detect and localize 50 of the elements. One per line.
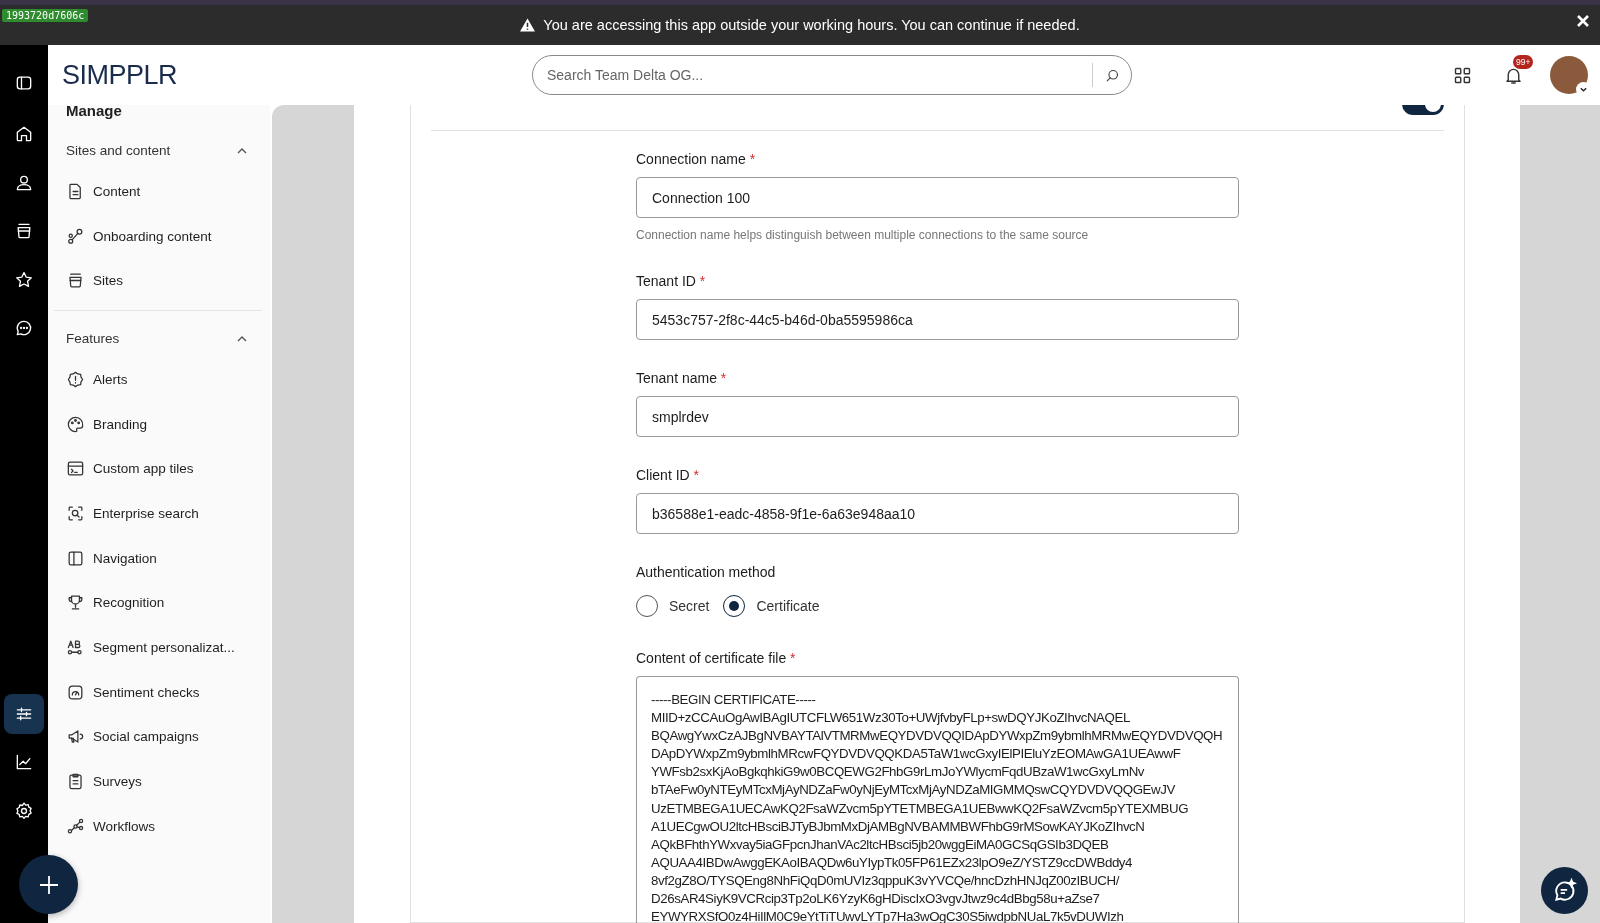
sidebar-item[interactable]: Segment personalizat... — [48, 625, 270, 670]
section-header[interactable]: Features — [48, 320, 270, 358]
input-field[interactable]: b36588e1-eadc-4858-9f1e-6a63e948aa10 — [636, 493, 1239, 534]
field-hint: Connection name helps distinguish between multiple connections to the same source — [636, 227, 1090, 243]
sidebar-item[interactable]: Enterprise search — [48, 491, 270, 536]
input-field[interactable]: smplrdev — [636, 396, 1239, 437]
sidebar-item[interactable]: Navigation — [48, 535, 270, 581]
field-label: Content of certificate file * — [636, 649, 797, 668]
sidebar-item[interactable]: Alerts — [48, 357, 270, 402]
field-label: Authentication method — [636, 563, 777, 582]
radio-label[interactable]: Secret — [669, 598, 710, 614]
plus-icon[interactable] — [37, 873, 60, 896]
sidebar-item[interactable]: Sentiment checks — [48, 669, 270, 715]
field-label: Tenant ID * — [636, 272, 707, 291]
field-label: Client ID * — [636, 466, 701, 485]
warning-icon — [520, 18, 536, 32]
radio-label[interactable]: Certificate — [756, 598, 820, 614]
sidebar-item[interactable]: Sites — [48, 258, 270, 304]
home-icon[interactable] — [14, 124, 34, 144]
sidebar-item[interactable]: Onboarding content — [48, 213, 270, 259]
environment-tag: 1993720d7606c — [2, 9, 89, 22]
clipboard-icon — [66, 772, 85, 792]
nodes-icon — [66, 226, 85, 246]
banner-message: You are accessing this app outside your working hours. You can continue if needed. — [543, 17, 1080, 33]
field-label: Tenant name * — [636, 369, 728, 388]
workflow-icon — [66, 816, 85, 836]
palette-icon — [66, 414, 85, 434]
input-field[interactable]: Connection 100 — [636, 177, 1239, 218]
sidebar-item[interactable]: Content — [48, 169, 270, 214]
chat-icon[interactable] — [14, 318, 34, 338]
sidebar-item[interactable]: Custom app tiles — [48, 446, 270, 492]
sidebar-item[interactable]: Surveys — [48, 759, 270, 804]
settings-icon[interactable] — [14, 800, 34, 821]
section-header[interactable]: Sites and content — [48, 132, 270, 169]
certificate-field[interactable]: -----BEGIN CERTIFICATE----- MIID+zCCAuOgAwIBAgIUTCFLW651Wz30To+UWjfvbyFLp+swDQYJKoZIhvcNAQEL BQAwgYwxCzAJBgNVBAYTAlVTMRMwEQYDVDVQQIDApDYWxpZm9ybmlhMRMwEQYDVDVQQH DApDYWxpZm9ybmlhMRcwFQYDVDVQQKDA5TaW1wcGxyIElPIEluYzEOMAwGA1UEAwwF YWFsb2sxKjAoBgkqhkiG9w0BCQEWG2FhbG9rLmJoYWlycmFqdUBzaW1wcGxyLmNv bTAeFw0yNTEyMTcxMjAyNDZaFw0yNjEyMTcxMjAyNDZaMIGMMQswCQYDVDVQQGEwJV UzETMBEGA1UECAwKQ2FsaWZvcm5pYTETMBEGA1UEBwwKQ2FsaWZvcm5pYTEXMBUG A1UECgwOU2ltcHBsciBJTyBJbmMxDjAMBgNVBAMMBWFhbG9rMSowKAYJKoZIhvcN AQkBFhthYWxvay5iaGFpcnJhanVAc2ltcHBsci5jb20wggEiMA0GCSqGSIb3DQEB AQUAA4IBDwAwggEKAoIBAQDw6uYIypTk05FP61EZx23lpO9eZ/YSTZ9ccDWBddy4 8vf2gZ8O/TYSQEng8NhFiQqD0mUVIz3qppuK3vYVCQe/hncDzhHNJqZ00zIBUCH/ D26sAR4SiyK9VCRcip3Tp2oLK6YzyK6gHDiscIxO3vgvJtwz9c4dBbg58u+aZse7 EYWYRXSfO0z4HiIlM0C9eYtTiTUwvLYTp7Ha3wOgC30S5iwdpbNUaL7k5vDUWIzh — [636, 676, 1239, 923]
notification-badge: 99+ — [1513, 54, 1534, 69]
alert-icon — [66, 369, 85, 389]
field-label: Connection name * — [636, 150, 757, 169]
star-icon[interactable] — [14, 269, 34, 290]
chart-icon[interactable] — [14, 752, 34, 772]
sidebar-title: Manage — [66, 101, 123, 121]
logo[interactable]: SIMPPLR — [62, 59, 532, 91]
sidebar-item[interactable]: Social campaigns — [48, 714, 270, 760]
sidebar-item[interactable]: Workflows — [48, 803, 270, 849]
sliders-nav-button[interactable] — [4, 693, 44, 734]
input-field[interactable]: 5453c757-2f8c-44c5-b46d-0ba5595986ca — [636, 299, 1239, 340]
close-icon[interactable] — [1576, 14, 1590, 28]
sidebar-item[interactable]: Branding — [48, 401, 270, 447]
sidebar-item[interactable]: Recognition — [48, 580, 270, 626]
avatar[interactable] — [1550, 56, 1588, 94]
